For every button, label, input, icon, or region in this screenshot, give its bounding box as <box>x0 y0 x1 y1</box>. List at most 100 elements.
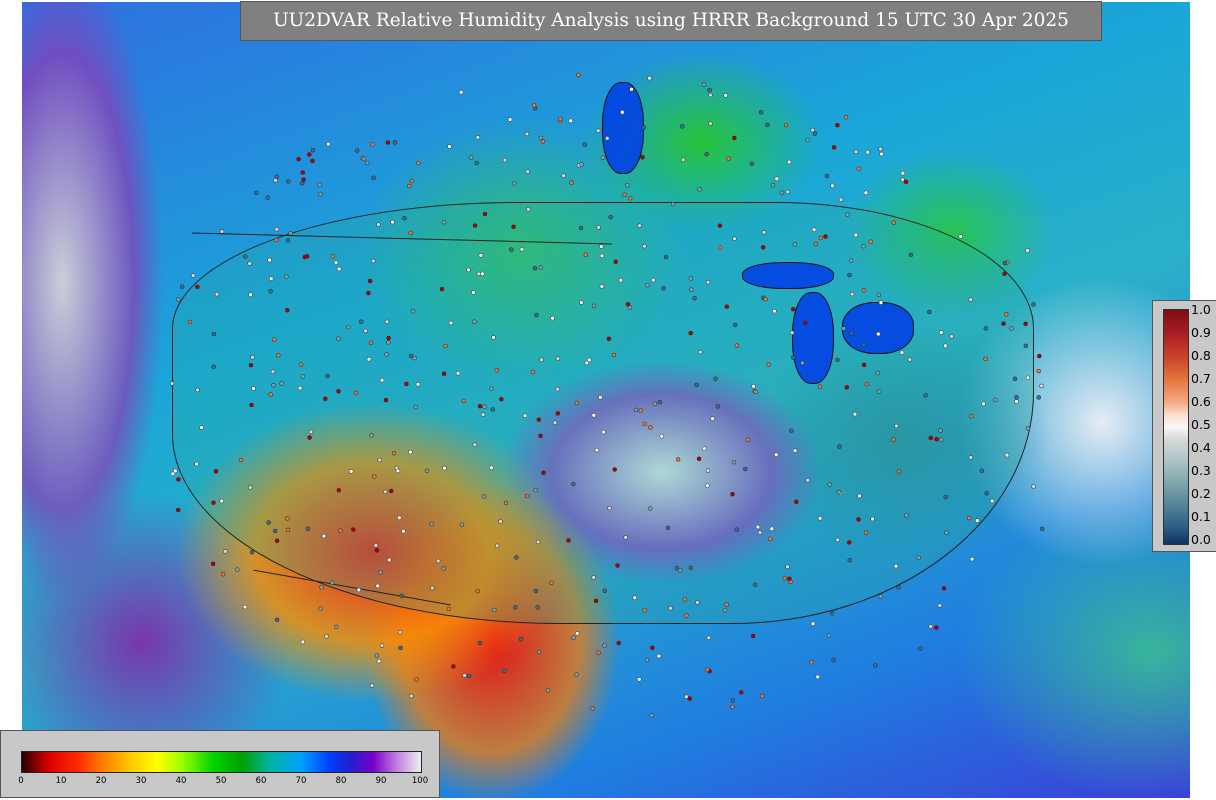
station-marker <box>326 141 331 147</box>
station-marker <box>558 116 563 122</box>
station-marker <box>509 247 514 252</box>
station-marker <box>1014 399 1019 404</box>
station-marker <box>651 277 656 283</box>
station-marker <box>451 664 456 669</box>
station-marker <box>300 170 305 175</box>
station-marker <box>647 75 652 81</box>
relative-humidity-legend: 0 10 20 30 40 50 60 70 80 90 100 <box>0 730 440 798</box>
station-marker <box>625 183 630 188</box>
station-marker <box>211 331 217 337</box>
station-marker <box>789 330 795 335</box>
station-marker <box>975 518 980 523</box>
station-marker <box>498 519 503 524</box>
station-marker <box>378 570 383 575</box>
station-marker <box>249 402 254 408</box>
station-marker <box>235 567 240 572</box>
station-marker <box>477 640 483 646</box>
station-marker <box>435 558 441 564</box>
station-marker <box>826 633 832 638</box>
station-marker <box>392 140 398 145</box>
station-marker <box>595 128 601 133</box>
rh-tick: 40 <box>175 776 187 786</box>
station-marker <box>623 535 628 540</box>
station-marker <box>783 122 789 128</box>
station-marker <box>967 515 972 521</box>
station-marker <box>482 211 488 217</box>
station-marker <box>810 621 816 626</box>
station-marker <box>552 420 558 425</box>
station-marker <box>401 528 406 534</box>
station-marker <box>408 353 414 359</box>
station-marker <box>472 319 477 324</box>
station-marker <box>555 386 560 392</box>
station-marker <box>694 382 699 388</box>
station-marker <box>169 381 175 386</box>
station-marker <box>475 588 480 594</box>
station-marker <box>813 241 819 247</box>
station-marker <box>576 72 581 78</box>
station-marker <box>1025 426 1031 431</box>
station-marker <box>815 674 820 680</box>
station-marker <box>792 242 798 247</box>
station-marker <box>336 336 341 341</box>
station-marker <box>173 468 178 474</box>
station-marker <box>336 266 342 272</box>
rh-tick: 100 <box>411 776 429 786</box>
station-marker <box>602 643 607 648</box>
station-marker <box>896 585 901 590</box>
station-marker <box>319 585 324 590</box>
station-marker <box>525 169 530 174</box>
station-marker <box>549 580 554 586</box>
station-marker <box>732 236 737 242</box>
station-marker <box>600 155 606 160</box>
station-marker <box>379 643 385 648</box>
station-marker <box>274 237 279 243</box>
station-marker <box>713 376 718 381</box>
station-marker <box>835 357 840 363</box>
station-marker <box>555 411 561 416</box>
station-marker <box>459 522 465 527</box>
station-marker <box>524 131 530 137</box>
station-marker <box>688 565 694 571</box>
station-marker <box>761 230 767 235</box>
station-marker <box>689 287 694 292</box>
station-marker <box>847 540 852 545</box>
station-marker <box>893 563 899 569</box>
station-marker <box>248 485 253 490</box>
station-marker <box>934 436 939 442</box>
station-marker <box>717 223 723 228</box>
station-marker <box>684 613 689 618</box>
station-marker <box>629 87 634 92</box>
station-marker <box>769 526 775 532</box>
station-marker <box>367 278 373 284</box>
station-marker <box>1002 271 1007 277</box>
station-marker <box>698 349 703 355</box>
station-marker <box>388 488 394 494</box>
station-marker <box>710 416 715 421</box>
station-marker <box>538 265 544 270</box>
station-marker <box>596 225 601 230</box>
station-marker <box>637 677 642 682</box>
rh-tick: 20 <box>95 776 107 786</box>
station-marker <box>310 158 315 164</box>
station-marker <box>582 142 588 147</box>
station-marker <box>899 350 905 355</box>
station-marker <box>325 373 330 379</box>
station-marker <box>323 396 328 402</box>
station-marker <box>1002 260 1008 266</box>
station-marker <box>371 175 376 181</box>
station-marker <box>891 437 896 442</box>
station-marker <box>195 284 200 290</box>
station-marker <box>458 90 464 95</box>
station-marker <box>541 470 546 476</box>
station-marker <box>863 530 869 535</box>
station-marker <box>190 273 196 278</box>
station-marker <box>518 636 524 642</box>
station-marker <box>507 117 513 122</box>
station-marker <box>650 645 655 651</box>
station-marker <box>369 433 374 438</box>
station-marker <box>847 272 852 278</box>
station-marker <box>472 442 478 447</box>
station-marker <box>908 252 914 258</box>
station-marker <box>934 625 939 630</box>
